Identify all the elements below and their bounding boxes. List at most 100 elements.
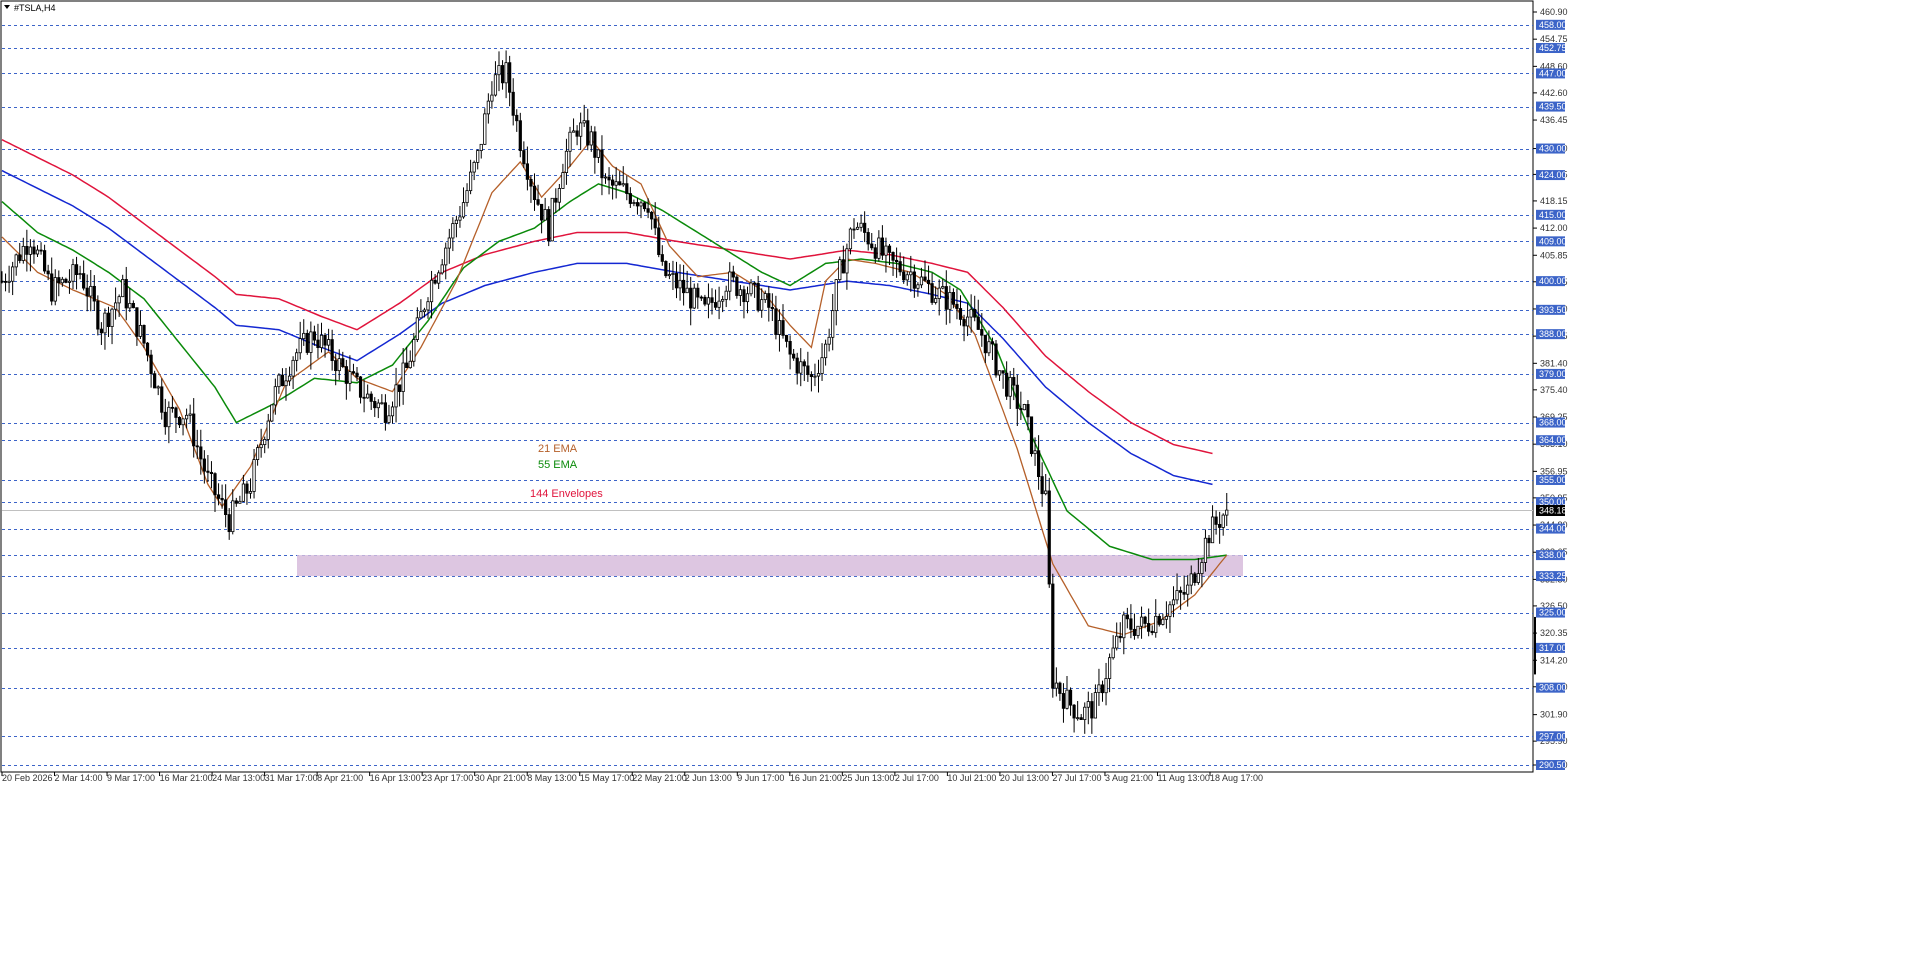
price-tick-label: 405.85 [1540, 250, 1568, 260]
time-tick-label: 18 Aug 17:00 [1210, 773, 1263, 783]
candle-body [532, 185, 537, 201]
candle-body [667, 274, 672, 277]
candle-body [1100, 684, 1105, 694]
candle-body [1079, 717, 1083, 721]
candle-body [376, 402, 380, 409]
candle-body [82, 273, 86, 289]
candle-body [504, 62, 508, 84]
price-tick-label: 314.20 [1540, 655, 1568, 665]
candle-body [923, 276, 927, 281]
candle-body [1214, 516, 1218, 525]
time-tick-label: 16 Apr 13:00 [370, 773, 421, 783]
candle-body [632, 202, 636, 204]
candle-body [731, 271, 735, 278]
level-price-text: 388.00 [1539, 329, 1567, 339]
candle-body [763, 293, 767, 301]
candle-body [902, 271, 906, 281]
candle-body [1033, 450, 1037, 455]
candle-body [383, 402, 388, 423]
candle-body [1171, 599, 1176, 606]
trading-chart[interactable]: 21 EMA 55 EMA 144 Envelopes 460.90 454.75 44… [0, 0, 1916, 963]
time-tick-label: 25 Jun 13:00 [842, 773, 894, 783]
candle-body [848, 228, 853, 250]
candle-body [1022, 404, 1027, 411]
candle-body [870, 243, 874, 249]
candle-body [1132, 628, 1137, 636]
candle-body [1076, 717, 1080, 720]
candle-body [202, 458, 206, 472]
candle-body [511, 91, 515, 116]
current-price-text: 348.18 [1539, 506, 1567, 516]
candle-body [1189, 573, 1193, 586]
candle-body [745, 293, 750, 303]
candle-body [966, 316, 970, 327]
candle-body [824, 343, 828, 359]
candle-body [323, 334, 327, 346]
candle-body [1122, 614, 1126, 639]
candle-body [11, 266, 15, 282]
candle-body [1061, 693, 1066, 709]
price-tick-label: 418.15 [1540, 196, 1568, 206]
level-price-text: 325.00 [1539, 608, 1567, 618]
candle-body [596, 149, 601, 158]
time-tick-label: 11 Aug 13:00 [1157, 773, 1209, 783]
candle-body [1118, 635, 1122, 639]
candle-body [369, 393, 373, 402]
candle-body [295, 352, 299, 361]
candle-body [1154, 615, 1158, 634]
candle-body [74, 264, 79, 276]
candle-body [628, 193, 632, 204]
candle-body [589, 131, 593, 146]
candle-body [742, 289, 746, 303]
candle-body [99, 328, 103, 334]
candle-body [397, 384, 402, 392]
candle-body [1136, 625, 1140, 636]
candle-body [121, 279, 125, 298]
candle-body [490, 94, 494, 102]
candle-body [1111, 647, 1115, 659]
candle-body [554, 197, 558, 203]
candle-body [980, 329, 984, 336]
candle-body [582, 120, 586, 124]
candle-body [241, 483, 245, 502]
candle-body [270, 404, 274, 422]
candle-body [877, 237, 881, 259]
candle-body [845, 248, 849, 274]
candle-body [447, 237, 451, 249]
candle-body [1196, 573, 1200, 583]
candle-body [25, 245, 29, 255]
level-price-text: 379.00 [1539, 369, 1567, 379]
candle-body [1179, 590, 1183, 593]
candle-body [973, 308, 977, 318]
candle-body [880, 237, 885, 256]
candle-body [394, 384, 398, 408]
candle-body [341, 358, 345, 367]
candle-body [184, 414, 189, 420]
candle-body [28, 246, 33, 255]
candle-body [454, 219, 459, 224]
candle-body [160, 386, 164, 413]
level-price-text: 297.00 [1539, 731, 1567, 741]
candle-body [305, 332, 309, 353]
candle-body [426, 301, 430, 311]
candle-body [948, 292, 952, 310]
candle-body [997, 370, 1002, 376]
candle-body [934, 298, 938, 303]
candle-body [334, 360, 338, 372]
candle-body [962, 318, 966, 327]
candle-body [419, 311, 423, 319]
candle-body [284, 380, 288, 387]
candle-body [571, 130, 576, 133]
candle-body [515, 114, 519, 122]
candle-body [167, 406, 171, 428]
candle-body [437, 272, 441, 284]
candle-body [611, 179, 615, 186]
candle-body [380, 402, 384, 405]
candle-body [692, 287, 696, 309]
chart-background [0, 0, 1916, 963]
time-tick-label: 10 Jul 21:00 [947, 773, 996, 783]
candle-body [841, 259, 845, 274]
candle-body [550, 197, 554, 242]
level-price-text: 333.25 [1539, 571, 1567, 581]
chart-canvas[interactable]: 21 EMA55 EMA144 Envelopes 460.90454.7544… [0, 0, 1916, 963]
